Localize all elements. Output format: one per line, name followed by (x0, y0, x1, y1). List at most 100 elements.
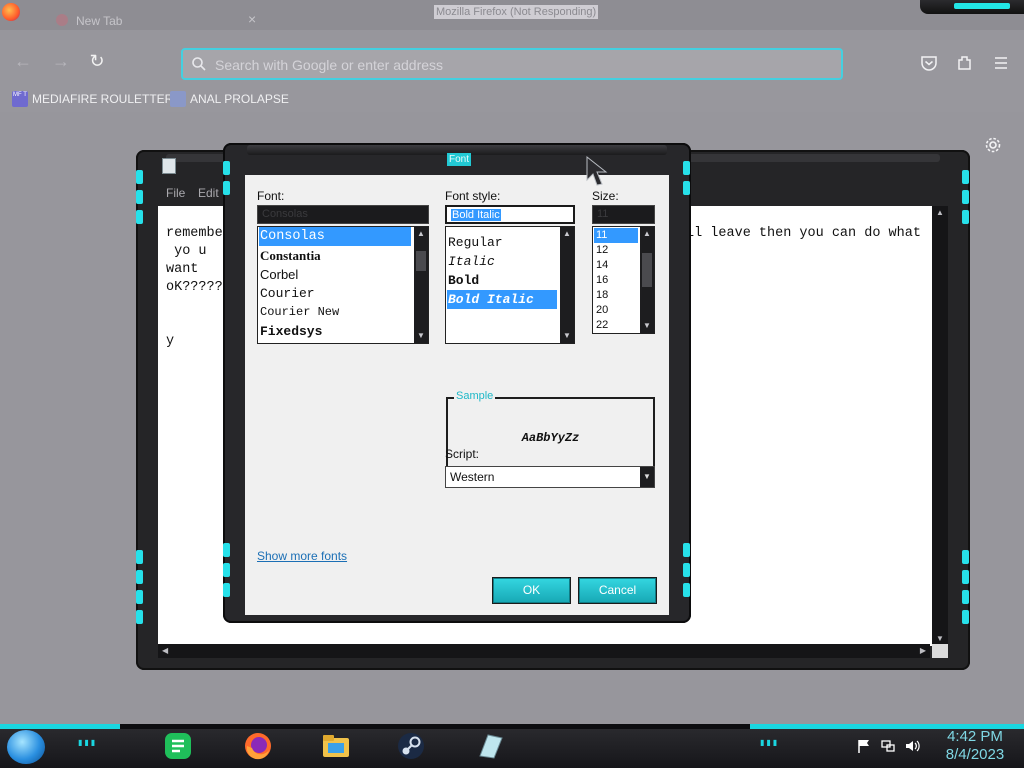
text-line: want (166, 262, 199, 277)
dialog-body: Font: Font style: Size: Consolas Bold It… (245, 175, 669, 615)
size-list-item[interactable]: 18 (594, 288, 608, 303)
scroll-thumb[interactable] (416, 251, 426, 271)
script-dropdown[interactable]: Western ▼ (445, 466, 655, 488)
taskbar-ornament-right: ▮▮▮ (760, 738, 780, 747)
font-style-list[interactable]: Regular Italic Bold Bold Italic ▲ ▼ (445, 226, 575, 344)
notepad-icon (162, 158, 176, 174)
text-line-visible-tail: ll leave then you can do what (686, 226, 921, 241)
file-explorer-icon[interactable] (320, 730, 352, 762)
volume-icon[interactable] (904, 738, 920, 754)
notepad-app-icon[interactable] (474, 730, 506, 762)
text-line: y (166, 334, 175, 349)
clock-date: 8/4/2023 (945, 746, 1005, 763)
font-list-item[interactable]: Fixedsys (259, 322, 322, 341)
style-list-item[interactable]: Italic (447, 252, 495, 271)
font-list-item[interactable]: Corbel (259, 265, 298, 284)
bookmark-anal-prolapse[interactable]: ANAL PROLAPSE (170, 90, 289, 108)
mouse-cursor-icon (586, 156, 608, 186)
scroll-up-arrow-icon[interactable]: ▲ (936, 208, 944, 218)
size-list-item[interactable]: 14 (594, 258, 608, 273)
font-label: Font: (257, 189, 285, 203)
font-style-label: Font style: (445, 189, 501, 203)
tab-favicon-icon (56, 14, 68, 26)
size-list-item[interactable]: 22 (594, 318, 608, 333)
font-size-list[interactable]: 11 12 14 16 18 20 22 ▲ ▼ (592, 226, 655, 334)
forward-icon[interactable]: → (50, 50, 72, 72)
frame-ornament-right (962, 170, 970, 230)
bookmark-label: ANAL PROLAPSE (190, 92, 289, 106)
flag-icon[interactable] (856, 738, 872, 754)
style-list-item[interactable]: Bold Italic (447, 290, 557, 309)
style-list-item[interactable]: Bold (447, 271, 479, 290)
frame-ornament-left-lower (136, 550, 144, 630)
font-size-input[interactable]: 11 (592, 205, 655, 224)
bookmark-favicon-icon: MF T (12, 91, 28, 107)
scroll-left-arrow-icon[interactable]: ◀ (162, 646, 168, 656)
size-list-item[interactable]: 20 (594, 303, 608, 318)
ok-button[interactable]: OK (493, 578, 570, 603)
back-icon[interactable]: ← (12, 50, 34, 72)
font-list-item[interactable]: Constantia (259, 246, 321, 265)
style-list-item[interactable]: Regular (447, 233, 503, 252)
sample-caption: Sample (454, 390, 496, 402)
font-list-item[interactable]: Courier New (259, 303, 339, 322)
pocket-icon[interactable] (920, 54, 938, 72)
network-icon[interactable] (880, 738, 896, 754)
frame-ornament-right-lower (683, 543, 691, 603)
start-orb-icon[interactable] (7, 730, 45, 764)
frame-ornament-left (136, 170, 144, 230)
scroll-up-arrow-icon[interactable]: ▲ (642, 229, 652, 239)
font-dialog: Font Font: Font style: Size: Consolas Bo… (223, 143, 691, 623)
tab-close-icon[interactable]: × (248, 11, 256, 27)
address-bar[interactable]: Search with Google or enter address (181, 48, 843, 80)
address-placeholder: Search with Google or enter address (215, 57, 444, 73)
horizontal-scrollbar[interactable]: ◀ ▶ (158, 644, 930, 658)
font-list[interactable]: Consolas Constantia Corbel Courier Couri… (257, 226, 429, 344)
size-grip[interactable] (932, 644, 948, 658)
chevron-down-icon[interactable]: ▼ (640, 467, 654, 487)
font-list-item[interactable]: Courier (259, 284, 315, 303)
show-more-fonts-link[interactable]: Show more fonts (257, 549, 347, 563)
font-style-input[interactable]: Bold Italic (445, 205, 575, 224)
size-list-item[interactable]: 12 (594, 243, 608, 258)
vertical-scrollbar[interactable]: ▲ ▼ (932, 206, 948, 646)
browser-navigation-bar: ← → ↻ Search with Google or enter addres… (0, 40, 1024, 86)
firefox-icon[interactable] (242, 730, 274, 762)
tab-new-tab[interactable]: New Tab (76, 14, 122, 28)
bookmark-mediafire-rouletter[interactable]: MF T MEDIAFIRE ROULETTER (12, 90, 173, 108)
dialog-title: Font (447, 153, 472, 166)
notes-app-icon[interactable] (162, 730, 194, 762)
steam-icon[interactable] (395, 730, 427, 762)
scroll-down-arrow-icon[interactable]: ▼ (416, 331, 426, 341)
text-line: yo u (166, 244, 207, 259)
script-label: Script: (445, 447, 480, 461)
font-list-item[interactable]: Consolas (259, 227, 411, 246)
scroll-up-arrow-icon[interactable]: ▲ (416, 229, 426, 239)
scroll-up-arrow-icon[interactable]: ▲ (562, 229, 572, 239)
font-list-scrollbar[interactable]: ▲ ▼ (414, 227, 428, 343)
system-clock[interactable]: 4:42 PM 8/4/2023 (930, 728, 1020, 764)
scroll-down-arrow-icon[interactable]: ▼ (936, 634, 944, 644)
menu-icon[interactable] (992, 54, 1010, 72)
font-name-input[interactable]: Consolas (257, 205, 429, 224)
scroll-thumb[interactable] (642, 253, 652, 287)
frame-ornament-right-lower (962, 550, 970, 630)
window-controls-ornament[interactable] (920, 0, 1024, 14)
scroll-right-arrow-icon[interactable]: ▶ (920, 646, 926, 656)
style-list-scrollbar[interactable]: ▲ ▼ (560, 227, 574, 343)
extensions-icon[interactable] (956, 54, 974, 72)
scroll-down-arrow-icon[interactable]: ▼ (562, 331, 572, 341)
size-list-item[interactable]: 16 (594, 273, 608, 288)
frame-ornament-left (223, 161, 231, 201)
menu-edit[interactable]: Edit (198, 186, 219, 200)
menu-file[interactable]: File (166, 186, 185, 200)
size-list-item[interactable]: 11 (594, 228, 638, 243)
text-line: remember (166, 226, 231, 241)
scroll-down-arrow-icon[interactable]: ▼ (642, 321, 652, 331)
bookmark-label: MEDIAFIRE ROULETTER (32, 92, 174, 106)
gear-icon[interactable] (984, 136, 1002, 154)
cancel-button[interactable]: Cancel (579, 578, 656, 603)
reload-icon[interactable]: ↻ (86, 50, 108, 72)
clock-time: 4:42 PM (947, 728, 1003, 745)
size-list-scrollbar[interactable]: ▲ ▼ (640, 227, 654, 333)
